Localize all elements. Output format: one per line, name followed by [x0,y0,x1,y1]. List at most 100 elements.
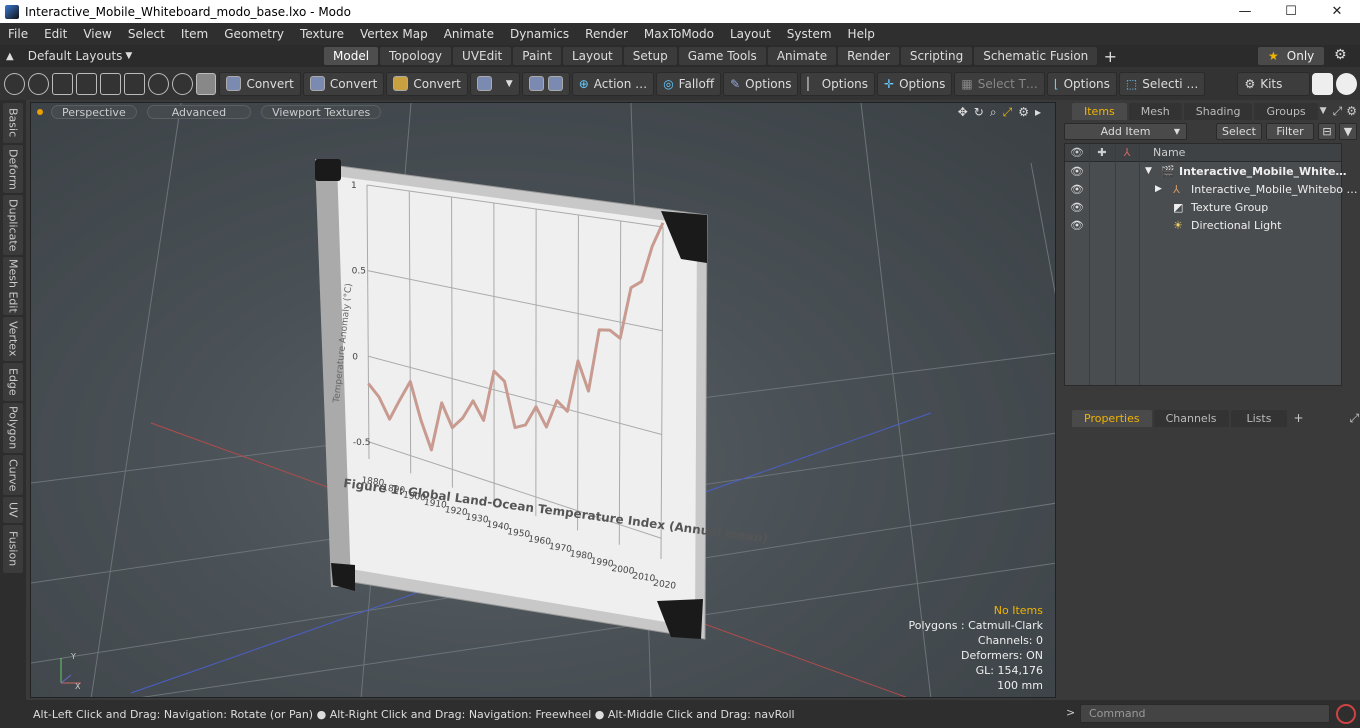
expand-icon[interactable]: ⤢ [1333,104,1343,119]
grid-icon[interactable] [123,72,145,95]
menu-edit[interactable]: Edit [36,27,75,41]
expand-arrow-icon[interactable]: ▼ [1145,166,1152,176]
whiteboard-model[interactable] [315,159,708,640]
convert-button-2[interactable]: Convert [302,71,385,96]
menu-vertex-map[interactable]: Vertex Map [352,27,436,41]
viewport-textures-button[interactable]: Viewport Textures [261,105,382,119]
convert-button-3[interactable]: Convert [386,71,468,96]
tab-items[interactable]: Items [1072,102,1127,120]
rotate-view-icon[interactable]: ↻ [974,105,984,120]
action-center-button[interactable]: ⊕ Action … [571,71,655,96]
tab-curve[interactable]: Curve [3,455,23,495]
select-button[interactable]: Select [1216,123,1262,140]
tab-mesh-edit[interactable]: Mesh Edit [3,257,23,315]
ring-icon[interactable] [171,72,193,95]
menu-view[interactable]: View [75,27,119,41]
options-button-3[interactable]: ✛ Options [877,71,953,96]
convert-button-1[interactable]: Convert [219,71,301,96]
minimize-button[interactable]: — [1222,4,1268,19]
collapsed-arrow-icon[interactable]: ▶ [1155,184,1162,194]
circle-icon[interactable] [147,72,169,95]
menu-texture[interactable]: Texture [292,27,352,41]
gear-icon[interactable]: ⚙ [1334,47,1347,63]
brush-icon[interactable] [75,72,97,95]
tab-edge[interactable]: Edge [3,363,23,401]
stack-icon[interactable] [99,72,121,95]
menu-geometry[interactable]: Geometry [216,27,292,41]
menu-render[interactable]: Render [577,27,636,41]
perspective-button[interactable]: Perspective [51,105,137,119]
menu-item[interactable]: Item [173,27,216,41]
eye-icon[interactable]: 👁 [1070,165,1084,178]
tab-groups[interactable]: Groups [1254,102,1318,120]
vertex-mode-icon[interactable] [4,72,25,95]
menu-file[interactable]: File [0,27,36,41]
tab-animate[interactable]: Animate [767,46,837,65]
globe-icon[interactable] [27,72,49,95]
kits-button[interactable]: ⚙ Kits [1237,71,1311,96]
collapse-icon[interactable]: ▲ [6,51,14,62]
panel-gear-icon[interactable]: ⚙ [1346,104,1357,118]
add-tab-icon[interactable]: + [1099,47,1121,66]
shield-button[interactable] [521,71,570,96]
menu-system[interactable]: System [779,27,840,41]
viewport-menu-icon[interactable]: ▸ [1035,105,1041,120]
tab-polygon[interactable]: Polygon [3,403,23,453]
tab-vertex[interactable]: Vertex [3,317,23,361]
menu-help[interactable]: Help [840,27,883,41]
tab-basic[interactable]: Basic [3,103,23,143]
viewport-options-icon[interactable] [37,109,43,115]
options-button-2[interactable]: ▏ Options [800,71,876,96]
add-item-button[interactable]: Add Item ▼ [1064,123,1187,140]
tab-layout[interactable]: Layout [562,46,622,65]
eye-icon[interactable]: 👁 [1070,201,1084,214]
collapse-all-icon[interactable]: ⊟ [1318,123,1336,140]
falloff-button[interactable]: ◎ Falloff [656,71,722,96]
panel-menu-icon[interactable]: ▼ [1320,106,1327,116]
viewport-gear-icon[interactable]: ⚙ [1018,105,1029,120]
only-toggle[interactable]: ★ Only [1258,47,1324,65]
menu-layout[interactable]: Layout [722,27,779,41]
item-row-texture-group[interactable]: 👁 ◩ Texture Group [1065,198,1341,216]
close-button[interactable]: ✕ [1314,4,1360,19]
expand-icon[interactable]: ⤢ [1350,411,1360,426]
filter-button[interactable]: Filter [1266,123,1314,140]
move-view-icon[interactable]: ✥ [958,105,968,120]
tab-render[interactable]: Render [838,46,899,65]
tab-setup[interactable]: Setup [623,46,677,65]
menu-animate[interactable]: Animate [436,27,502,41]
tab-lists[interactable]: Lists [1230,409,1288,427]
item-row-mesh[interactable]: 👁 ▶ ⅄ Interactive_Mobile_Whitebo … [1065,180,1358,198]
tab-deform[interactable]: Deform [3,145,23,193]
record-icon[interactable] [1336,704,1356,724]
menu-dynamics[interactable]: Dynamics [502,27,577,41]
tab-channels[interactable]: Channels [1153,409,1229,427]
tab-topology[interactable]: Topology [380,46,452,65]
tab-paint[interactable]: Paint [513,46,561,65]
unity-icon[interactable] [1312,72,1334,95]
tab-duplicate[interactable]: Duplicate [3,195,23,255]
item-dropdown[interactable]: ▼ [469,71,520,96]
options-button-1[interactable]: ✎ Options [723,71,799,96]
select-through-button[interactable]: ▦ Select T… [954,71,1045,96]
eye-icon[interactable]: 👁 [1070,183,1084,196]
options-button-4[interactable]: ⌊ Options [1046,71,1117,96]
command-input[interactable]: Command [1080,704,1330,723]
unreal-icon[interactable] [1336,72,1358,95]
menu-maxtomodo[interactable]: MaxToModo [636,27,722,41]
tab-uv[interactable]: UV [3,497,23,523]
tab-game-tools[interactable]: Game Tools [678,46,766,65]
pen-icon[interactable] [51,72,73,95]
eye-icon[interactable]: 👁 [1070,219,1084,232]
add-tab-icon[interactable]: + [1293,411,1303,425]
layout-selector[interactable]: ▲ Default Layouts ▼ [0,49,300,63]
tab-fusion[interactable]: Fusion [3,525,23,573]
tab-scripting[interactable]: Scripting [900,46,973,65]
item-row-scene[interactable]: 👁 ▼ 🎬 Interactive_Mobile_White… [1065,162,1347,180]
advanced-button[interactable]: Advanced [146,105,252,119]
3d-viewport[interactable]: 1 0.5 0 -0.5 1880 1890 1900 1910 1920 1930 1940 19… [30,102,1056,698]
selection-button[interactable]: ⬚ Selecti … [1118,71,1206,96]
item-row-directional-light[interactable]: 👁 ☀ Directional Light [1065,216,1341,234]
tab-schematic-fusion[interactable]: Schematic Fusion [974,46,1098,65]
cube-icon[interactable] [195,72,217,95]
